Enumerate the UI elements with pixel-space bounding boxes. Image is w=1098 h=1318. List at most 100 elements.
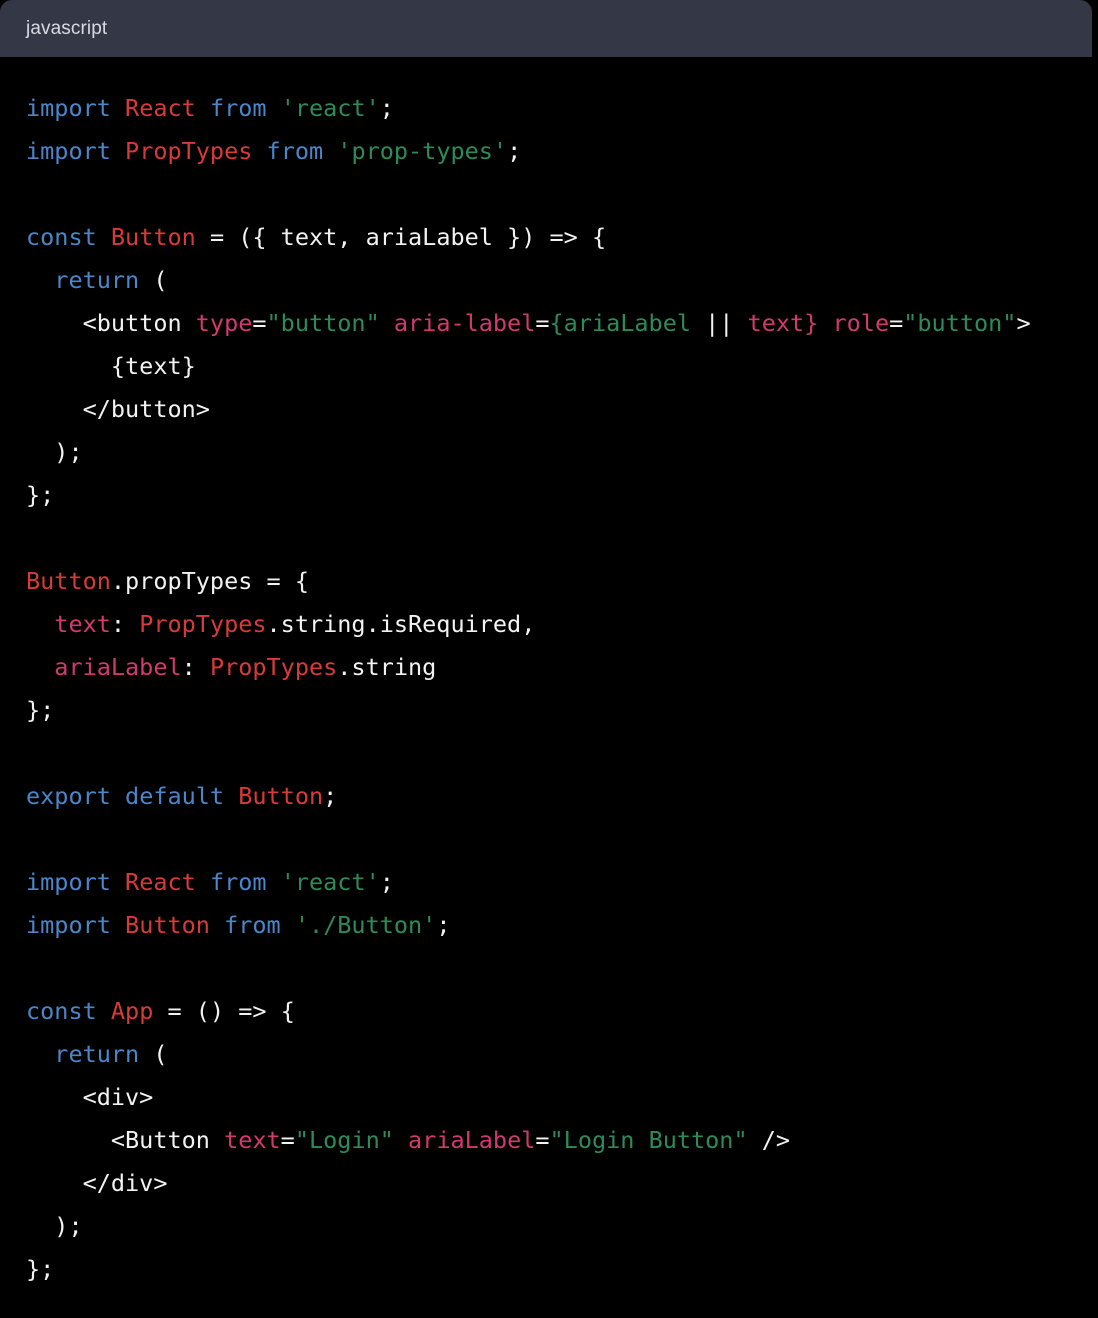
code-token: ariaLabel [54,653,182,681]
code-token: <button [26,309,196,337]
code-token: ariaLabel [408,1126,536,1154]
code-token: import [26,94,111,122]
code-token: PropTypes [125,137,253,165]
code-token: from [266,137,324,165]
code-token: "Login" [294,1126,394,1154]
code-block-header: javascript [0,0,1092,57]
code-line: }; [26,689,1098,732]
code-token: ( [139,1040,168,1068]
code-token: React [125,868,196,896]
code-line: text: PropTypes.string.isRequired, [26,603,1098,646]
code-token: <div> [26,1083,154,1111]
code-token: text [54,610,111,638]
code-line: import React from 'react'; [26,861,1098,904]
code-line: </button> [26,388,1098,431]
code-token: {text} [26,352,196,380]
code-line: </div> [26,1162,1098,1205]
code-token: ; [436,911,451,939]
code-line: Button.propTypes = { [26,560,1098,603]
code-token: ); [26,438,83,466]
code-token: Button [110,223,196,251]
code-token: React [125,94,196,122]
code-token: import [26,868,111,896]
code-token: .propTypes = { [110,567,309,595]
code-token: text} [747,309,819,337]
code-line: {text} [26,345,1098,388]
code-token: || [691,309,748,337]
code-token: aria-label [393,309,536,337]
code-token: "button" [903,309,1017,337]
code-line: const Button = ({ text, ariaLabel }) => … [26,216,1098,259]
code-token: : [110,610,140,638]
code-line: ariaLabel: PropTypes.string [26,646,1098,689]
code-body[interactable]: import React from 'react'; import PropTyp… [0,57,1098,1291]
code-line: export default Button; [26,775,1098,818]
code-token: = [535,1126,550,1154]
code-token: ; [323,782,338,810]
code-token: const [26,997,97,1025]
code-token: text [224,1126,281,1154]
code-token: /> [747,1126,791,1154]
code-token: Button [26,567,111,595]
code-token: : [181,653,210,681]
code-line: }; [26,1248,1098,1291]
code-token: = [252,309,267,337]
code-line: const App = () => { [26,990,1098,1033]
code-token: ; [379,94,394,122]
code-token: type [195,309,253,337]
code-token: }; [26,481,55,509]
code-token: "button" [266,309,380,337]
code-token: ; [379,868,394,896]
code-token: from [209,868,267,896]
code-token: }; [26,696,55,724]
code-line: ); [26,1205,1098,1248]
code-token: }; [26,1255,55,1283]
code-line: return ( [26,259,1098,302]
code-token: </div> [26,1169,168,1197]
code-token: "Login Button" [549,1126,748,1154]
code-token: = [535,309,550,337]
code-token: from [224,911,281,939]
code-token: export [26,782,111,810]
code-token: = [889,309,904,337]
code-block: javascript import React from 'react'; imp… [0,0,1098,1318]
code-token: ); [26,1212,83,1240]
code-token: 'prop-types' [337,137,508,165]
code-language-label: javascript [26,17,108,39]
code-token: from [209,94,267,122]
code-token: Button [125,911,210,939]
code-token: = [280,1126,295,1154]
code-token: default [125,782,225,810]
code-line: import Button from './Button'; [26,904,1098,947]
code-token: 'react' [280,868,380,896]
code-token: > [1016,309,1031,337]
code-token: <Button [26,1126,225,1154]
code-token: </button> [26,395,210,423]
code-token: {ariaLabel [549,309,691,337]
code-token: return [54,1040,140,1068]
code-line: <button type="button" aria-label={ariaLa… [26,302,1098,345]
code-token: .string [337,653,437,681]
code-line: import PropTypes from 'prop-types'; [26,130,1098,173]
code-line: <Button text="Login" ariaLabel="Login Bu… [26,1119,1098,1162]
